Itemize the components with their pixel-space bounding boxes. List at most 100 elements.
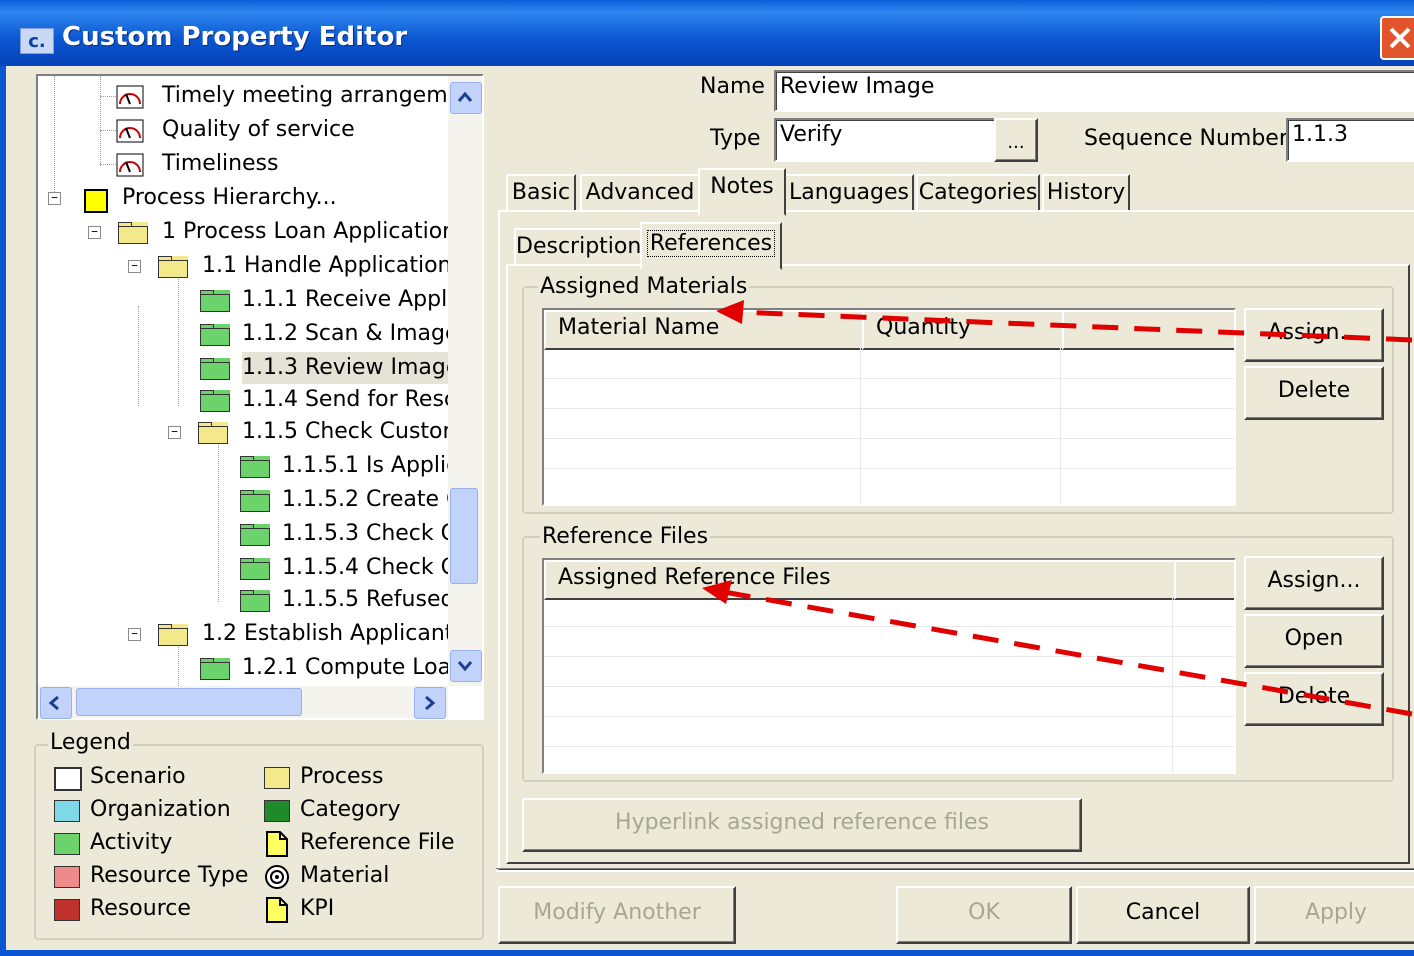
legend-label: Scenario — [90, 764, 186, 789]
scroll-right-button[interactable] — [414, 687, 446, 719]
window-frame-left — [0, 66, 6, 956]
grid-line — [544, 468, 1234, 469]
process-folder-icon — [198, 422, 228, 444]
organization-swatch — [54, 800, 80, 822]
activity-folder-icon — [240, 524, 270, 546]
tree-item-label: 1.1 Handle Application — [202, 253, 452, 278]
scroll-thumb[interactable] — [450, 488, 478, 584]
tree-item[interactable]: − 1.1.5 Check Custome — [38, 416, 477, 448]
activity-folder-icon — [240, 456, 270, 478]
open-reference-button[interactable]: Open — [1244, 614, 1384, 668]
tree-item[interactable]: − 1 Process Loan Application — [38, 216, 456, 248]
grid-line — [544, 378, 1234, 379]
grid-line — [544, 408, 1234, 409]
activity-folder-icon — [240, 558, 270, 580]
type-browse-button[interactable]: ... — [994, 118, 1038, 162]
hyperlink-reference-files-button[interactable]: Hyperlink assigned reference files — [522, 798, 1082, 852]
activity-folder-icon — [240, 590, 270, 612]
subtab-description[interactable]: Description — [514, 228, 642, 268]
scroll-down-button[interactable] — [450, 650, 482, 682]
process-tree[interactable]: Timely meeting arrangement Quality of se… — [36, 74, 484, 720]
modify-another-button[interactable]: Modify Another — [498, 886, 736, 944]
scroll-up-button[interactable] — [450, 82, 482, 114]
tree-item-label: Timely meeting arrangement — [162, 83, 484, 108]
scenario-icon — [84, 189, 108, 213]
name-field[interactable]: Review Image — [774, 70, 1414, 112]
tree-item[interactable]: Timeliness — [38, 148, 448, 180]
sequence-number-field[interactable]: 1.1.3 — [1286, 118, 1414, 162]
activity-swatch — [54, 833, 80, 855]
legend-label: KPI — [300, 896, 335, 921]
grid-line — [544, 746, 1234, 747]
chevron-down-icon — [457, 661, 473, 672]
collapse-toggle[interactable]: − — [88, 226, 101, 239]
collapse-toggle[interactable]: − — [128, 260, 141, 273]
tree-item[interactable]: Quality of service — [38, 114, 448, 146]
tree-item-label: 1.1.4 Send for Resca — [242, 387, 470, 412]
column-assigned-reference-files[interactable]: Assigned Reference Files — [544, 560, 1190, 600]
delete-reference-button[interactable]: Delete — [1244, 672, 1384, 726]
subtab-references[interactable]: References — [640, 222, 782, 270]
reference-files-list[interactable]: Assigned Reference Files — [542, 558, 1236, 774]
tree-item[interactable]: 1.1.5.1 Is Applica — [38, 450, 472, 482]
tree-item[interactable]: 1.1.5.3 Check Cr — [38, 518, 465, 550]
tree-vertical-scrollbar[interactable] — [448, 76, 482, 686]
tree-item-label: 1.2.1 Compute Loan — [242, 655, 466, 680]
subtab-references-label: References — [646, 230, 776, 257]
tree-item[interactable]: 1.1.5.2 Create Cl — [38, 484, 468, 516]
ok-button[interactable]: OK — [896, 886, 1072, 944]
activity-folder-icon — [200, 358, 230, 380]
name-label: Name — [700, 74, 765, 99]
tree-item-label: 1.1.5.1 Is Applica — [282, 453, 472, 478]
tree-item[interactable]: Timely meeting arrangement — [38, 80, 482, 112]
collapse-toggle[interactable]: − — [128, 628, 141, 641]
grid-line — [544, 686, 1234, 687]
grid-line — [544, 716, 1234, 717]
column-material-name[interactable]: Material Name — [544, 310, 878, 350]
assign-reference-button[interactable]: Assign... — [1244, 556, 1384, 610]
legend-grid: Scenario Organization Activity Resource … — [54, 762, 474, 932]
grid-line — [544, 656, 1234, 657]
tree-item[interactable]: 1.1.2 Scan & Image A — [38, 318, 481, 350]
tree-item-label: Quality of service — [162, 117, 355, 142]
reference-files-title: Reference Files — [540, 524, 711, 549]
materials-list[interactable]: Material Name Quantity — [542, 308, 1236, 506]
reference-file-icon — [266, 831, 288, 857]
column-extra[interactable] — [1062, 310, 1234, 350]
app-icon: c. — [20, 28, 54, 54]
apply-button[interactable]: Apply — [1254, 886, 1414, 944]
legend-title: Legend — [48, 730, 133, 755]
legend-label: Activity — [90, 830, 173, 855]
tree-item[interactable]: 1.2.1 Compute Loan — [38, 652, 465, 684]
tree-item[interactable]: 1.1.1 Receive Applic — [38, 284, 465, 316]
cancel-button[interactable]: Cancel — [1076, 886, 1250, 944]
close-button[interactable] — [1380, 16, 1414, 60]
chevron-right-icon — [425, 695, 436, 711]
column-quantity[interactable]: Quantity — [862, 310, 1078, 350]
tree-item[interactable]: 1.1.4 Send for Resca — [38, 384, 470, 416]
type-field[interactable]: Verify — [774, 118, 1000, 162]
tree-item[interactable]: 1.1.5.4 Check Cc — [38, 552, 468, 584]
tree-item-selected[interactable]: 1.1.3 Review Image — [38, 352, 464, 384]
tree-item[interactable]: − 1.1 Handle Application — [38, 250, 452, 282]
tree-item[interactable]: 1.1.5.5 Refused . — [38, 584, 468, 616]
grid-line — [544, 626, 1234, 627]
collapse-toggle[interactable]: − — [48, 192, 61, 205]
delete-material-button[interactable]: Delete — [1244, 366, 1384, 420]
tab-notes[interactable]: Notes — [698, 168, 786, 216]
scroll-left-button[interactable] — [40, 687, 72, 719]
legend-label: Reference File — [300, 830, 455, 855]
assign-material-button[interactable]: Assign... — [1244, 308, 1384, 362]
scroll-thumb[interactable] — [76, 688, 302, 716]
column-extra[interactable] — [1174, 560, 1234, 600]
tree-horizontal-scrollbar[interactable] — [38, 686, 448, 719]
window-title: Custom Property Editor — [62, 22, 408, 52]
tree-item[interactable]: − 1.2 Establish Applicant's — [38, 618, 471, 650]
tree-item-label: 1.1.5.5 Refused . — [282, 587, 469, 612]
tree-item-label: 1.2 Establish Applicant's — [202, 621, 471, 646]
legend-label: Resource Type — [90, 863, 249, 888]
kpi-gauge-icon — [116, 119, 144, 143]
tree-item[interactable]: − Process Hierarchy... — [38, 182, 448, 214]
tree-item-label: 1.1.2 Scan & Image A — [242, 321, 481, 346]
collapse-toggle[interactable]: − — [168, 426, 181, 439]
